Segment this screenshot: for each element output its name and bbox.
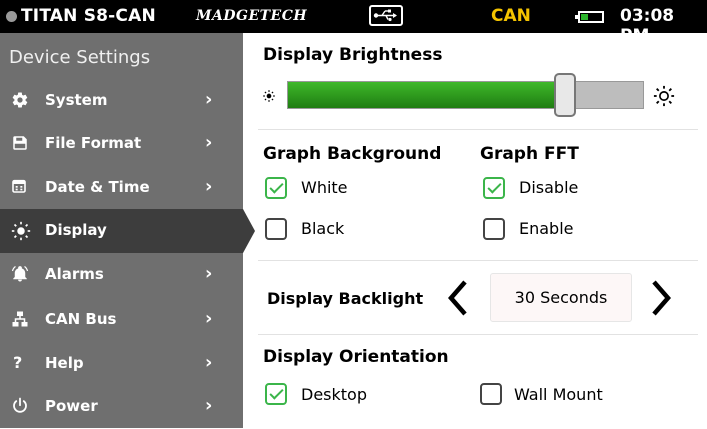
- divider: [258, 129, 698, 130]
- help-icon: ?: [13, 353, 23, 372]
- wall-mount-checkbox[interactable]: [480, 383, 502, 405]
- sidebar-item-power[interactable]: Power ›: [0, 385, 243, 429]
- sun-icon: [11, 221, 31, 241]
- sun-small-icon: [262, 88, 276, 107]
- chevron-right-icon: ›: [205, 176, 213, 197]
- device-name: TITAN S8-CAN: [21, 6, 156, 26]
- graph-background-title: Graph Background: [263, 144, 442, 164]
- desktop-checkbox[interactable]: [265, 383, 287, 405]
- sidebar: Device Settings System › File Format › D…: [0, 33, 243, 428]
- battery-icon: [575, 11, 604, 23]
- black-checkbox[interactable]: [265, 218, 287, 240]
- sidebar-item-label: Power: [45, 397, 98, 415]
- enable-fft-checkbox[interactable]: [483, 218, 505, 240]
- sun-large-icon: [653, 85, 675, 111]
- sidebar-item-file-format[interactable]: File Format ›: [0, 122, 243, 166]
- disable-fft-label: Disable: [519, 178, 579, 197]
- bell-icon: [11, 265, 31, 285]
- sidebar-item-label: Display: [45, 221, 107, 239]
- calendar-icon: [11, 178, 31, 198]
- backlight-next-button[interactable]: [648, 278, 674, 318]
- backlight-previous-button[interactable]: [445, 278, 471, 318]
- backlight-title: Display Backlight: [267, 289, 424, 308]
- sidebar-item-label: Help: [45, 354, 84, 372]
- sidebar-item-help[interactable]: ? Help ›: [0, 342, 243, 386]
- chevron-right-icon: ›: [205, 89, 213, 110]
- desktop-label: Desktop: [301, 385, 367, 404]
- save-icon: [11, 134, 31, 154]
- orientation-title: Display Orientation: [263, 347, 449, 367]
- sidebar-item-alarms[interactable]: Alarms ›: [0, 253, 243, 297]
- status-indicator-icon: [6, 11, 17, 22]
- sidebar-item-label: File Format: [45, 134, 142, 152]
- sidebar-item-can-bus[interactable]: CAN Bus ›: [0, 298, 243, 342]
- brightness-title: Display Brightness: [263, 45, 443, 65]
- graph-fft-title: Graph FFT: [480, 144, 579, 164]
- chevron-right-icon: ›: [205, 352, 213, 373]
- gear-icon: [11, 91, 31, 111]
- sidebar-item-system[interactable]: System ›: [0, 79, 243, 123]
- wall-mount-label: Wall Mount: [514, 385, 603, 404]
- sidebar-item-label: CAN Bus: [45, 310, 117, 328]
- network-icon: [11, 310, 31, 330]
- status-bar: TITAN S8-CAN MADGETECH CAN 03:08 PM: [0, 0, 707, 46]
- sidebar-item-label: Date & Time: [45, 178, 150, 196]
- divider: [258, 260, 698, 261]
- black-label: Black: [301, 219, 345, 238]
- sidebar-item-date-time[interactable]: Date & Time ›: [0, 166, 243, 210]
- usb-icon: [369, 5, 403, 26]
- chevron-right-icon: ›: [205, 132, 213, 153]
- chevron-right-icon: ›: [205, 395, 213, 416]
- sidebar-item-label: System: [45, 91, 108, 109]
- divider: [258, 334, 698, 335]
- sidebar-item-label: Alarms: [45, 265, 104, 283]
- white-checkbox[interactable]: [265, 177, 287, 199]
- sidebar-item-display[interactable]: Display: [0, 209, 243, 253]
- brand-logo: MADGETECH: [196, 8, 308, 24]
- sidebar-title: Device Settings: [9, 47, 151, 68]
- chevron-right-icon: ›: [205, 308, 213, 329]
- brightness-slider[interactable]: [287, 81, 644, 109]
- brightness-slider-handle[interactable]: [554, 73, 577, 117]
- power-icon: [11, 397, 31, 417]
- chevron-right-icon: ›: [205, 263, 213, 284]
- chevron-left-icon: [448, 280, 467, 316]
- brightness-slider-fill: [288, 82, 567, 108]
- display-settings-panel: Display Brightness Graph Background Grap…: [243, 33, 707, 428]
- bus-status: CAN: [491, 6, 531, 26]
- chevron-right-icon: [652, 280, 671, 316]
- backlight-value: 30 Seconds: [490, 273, 632, 322]
- white-label: White: [301, 178, 348, 197]
- disable-fft-checkbox[interactable]: [483, 177, 505, 199]
- enable-fft-label: Enable: [519, 219, 574, 238]
